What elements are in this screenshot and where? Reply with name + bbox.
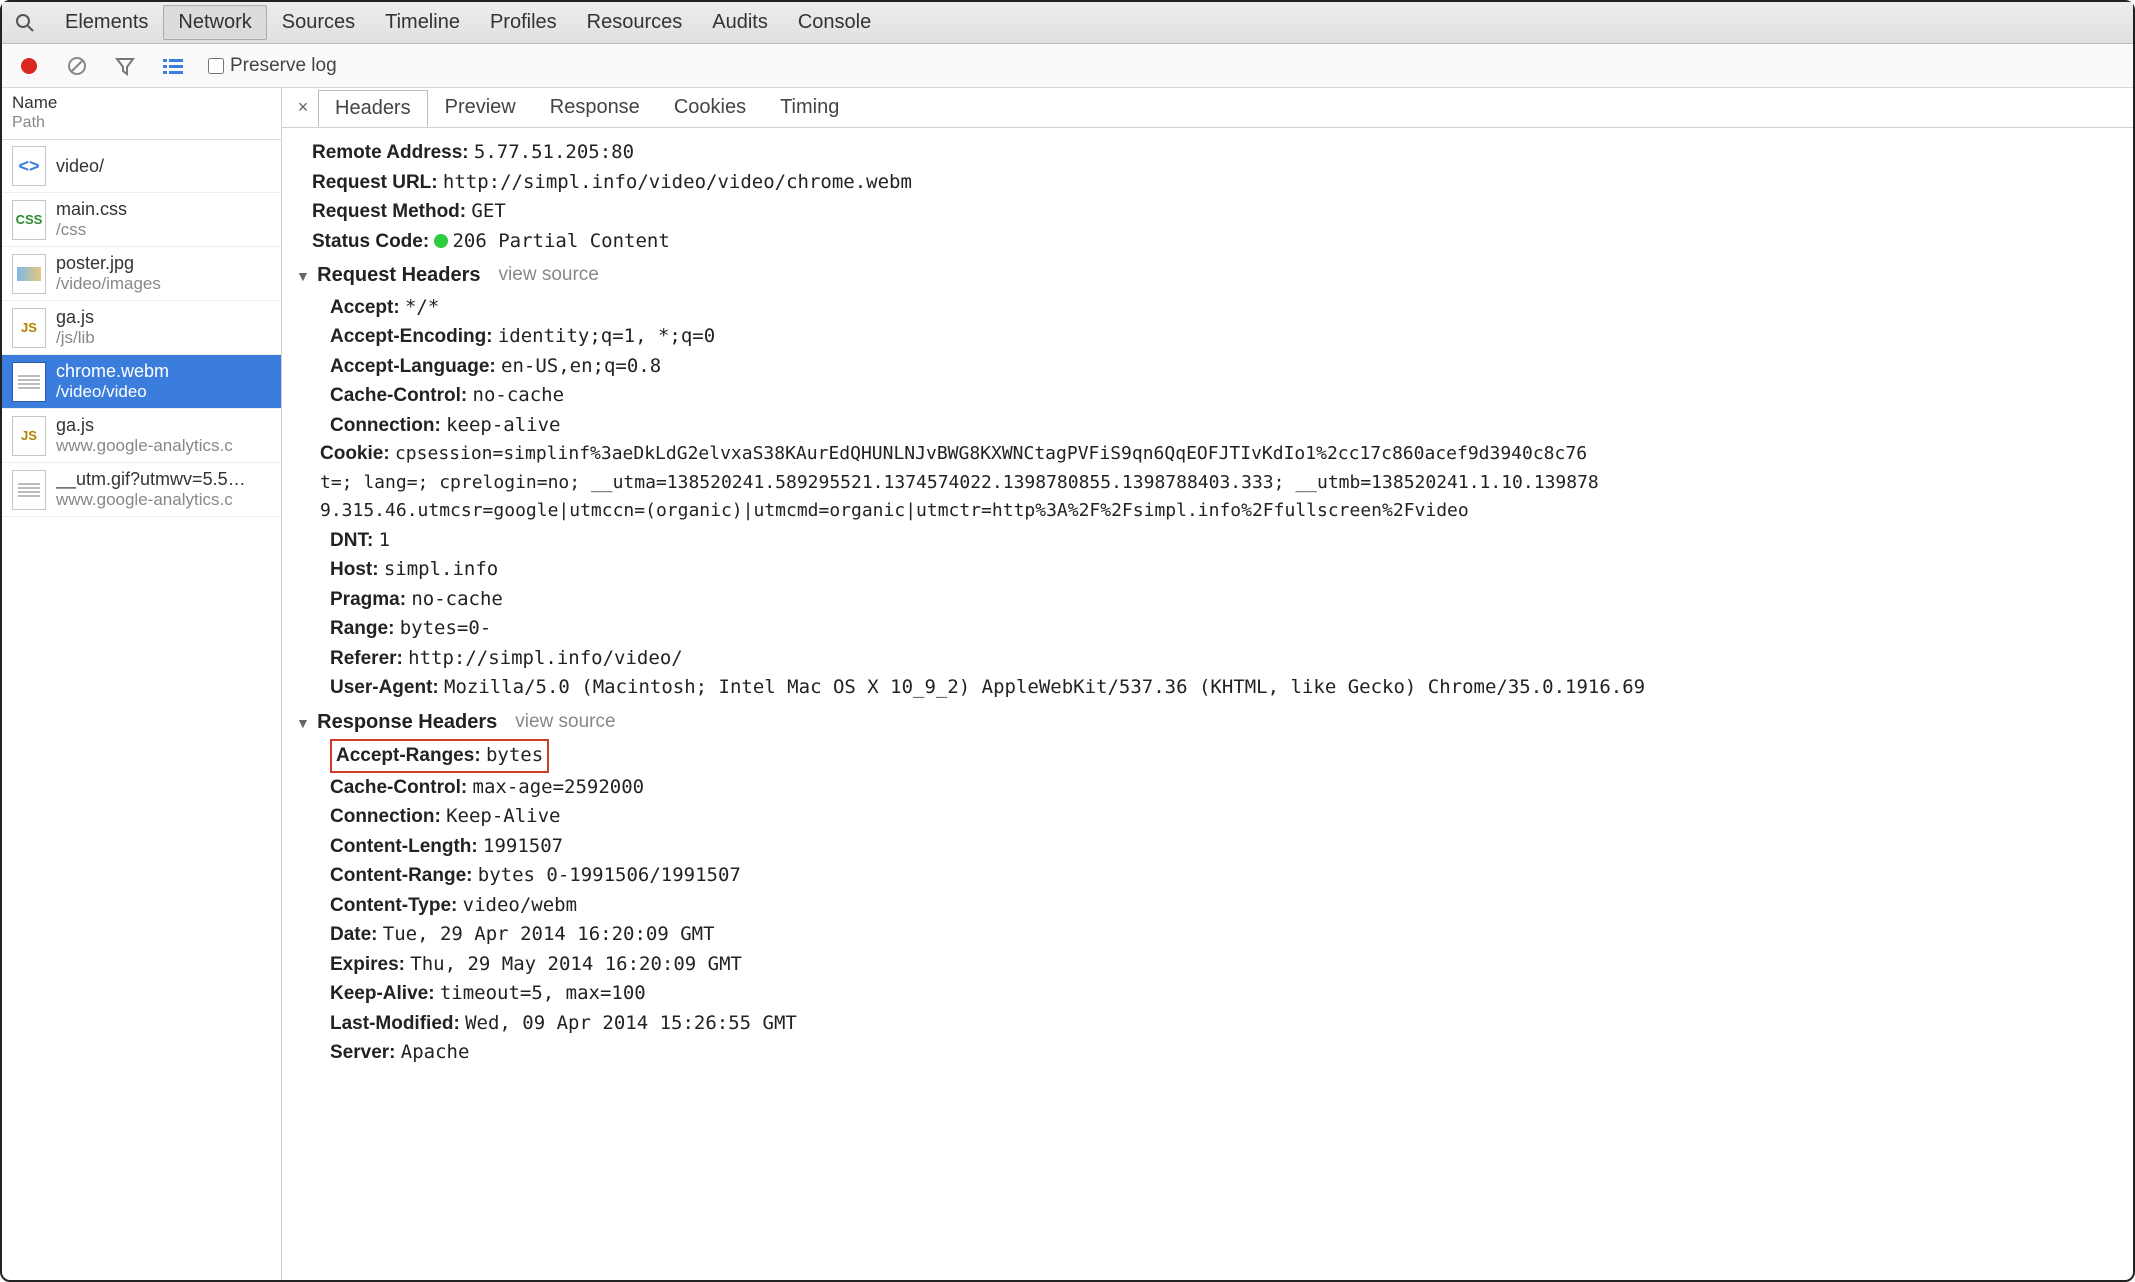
request-details: × HeadersPreviewResponseCookiesTiming Re… — [282, 88, 2133, 1280]
file-name: main.css — [56, 199, 127, 220]
tab-profiles[interactable]: Profiles — [475, 5, 572, 40]
search-icon[interactable] — [12, 10, 38, 36]
header-row: Host: simpl.info — [330, 555, 2127, 585]
response-headers-section[interactable]: ▼ Response Headers view source — [296, 707, 2127, 738]
header-row: Keep-Alive: timeout=5, max=100 — [330, 979, 2127, 1009]
view-source-link[interactable]: view source — [499, 261, 599, 290]
close-icon[interactable]: × — [288, 97, 318, 118]
clear-icon[interactable] — [64, 53, 90, 79]
file-name: video/ — [56, 156, 104, 177]
file-type-icon — [12, 254, 46, 294]
request-list: Name Path <> video/CSS main.css/css poster.… — [2, 88, 282, 1280]
header-row: User-Agent: Mozilla/5.0 (Macintosh; Inte… — [330, 673, 2127, 703]
list-item[interactable]: JS ga.js/js/lib — [2, 301, 281, 355]
header-row: Cache-Control: no-cache — [330, 381, 2127, 411]
remote-address: Remote Address: 5.77.51.205:80 — [312, 138, 2127, 168]
header-row: Content-Length: 1991507 — [330, 832, 2127, 862]
header-row: Last-Modified: Wed, 09 Apr 2014 15:26:55… — [330, 1009, 2127, 1039]
header-row: Accept-Language: en-US,en;q=0.8 — [330, 352, 2127, 382]
request-list-header: Name Path — [2, 88, 281, 140]
headers-panel: Remote Address: 5.77.51.205:80 Request U… — [282, 128, 2133, 1280]
detail-tab-headers[interactable]: Headers — [318, 90, 428, 127]
file-path: /video/video — [56, 382, 169, 402]
header-row: Cache-Control: max-age=2592000 — [330, 773, 2127, 803]
request-method: Request Method: GET — [312, 197, 2127, 227]
list-view-icon[interactable] — [160, 53, 186, 79]
list-item[interactable]: __utm.gif?utmwv=5.5…www.google-analytics… — [2, 463, 281, 517]
header-row: Connection: Keep-Alive — [330, 802, 2127, 832]
file-path: www.google-analytics.c — [56, 436, 233, 456]
header-row: Date: Tue, 29 Apr 2014 16:20:09 GMT — [330, 920, 2127, 950]
file-path: /video/images — [56, 274, 161, 294]
tab-timeline[interactable]: Timeline — [370, 5, 475, 40]
file-name: __utm.gif?utmwv=5.5… — [56, 469, 246, 490]
tab-console[interactable]: Console — [783, 5, 886, 40]
file-path: www.google-analytics.c — [56, 490, 246, 510]
header-row: Server: Apache — [330, 1038, 2127, 1068]
tab-sources[interactable]: Sources — [267, 5, 370, 40]
file-type-icon — [12, 362, 46, 402]
tab-elements[interactable]: Elements — [50, 5, 163, 40]
header-row: Accept: */* — [330, 293, 2127, 323]
file-type-icon: CSS — [12, 200, 46, 240]
detail-tab-preview[interactable]: Preview — [428, 89, 533, 126]
detail-tab-timing[interactable]: Timing — [763, 89, 856, 126]
file-path: /css — [56, 220, 127, 240]
file-name: ga.js — [56, 307, 95, 328]
view-source-link[interactable]: view source — [515, 708, 615, 737]
network-toolbar: Preserve log — [2, 44, 2133, 88]
header-row: Accept-Ranges: bytes — [330, 739, 2127, 773]
header-row: Content-Type: video/webm — [330, 891, 2127, 921]
preserve-log-label: Preserve log — [230, 55, 337, 77]
status-dot-icon — [434, 234, 448, 248]
preserve-log-checkbox[interactable] — [208, 58, 224, 74]
tab-resources[interactable]: Resources — [572, 5, 698, 40]
file-type-icon: <> — [12, 146, 46, 186]
filter-icon[interactable] — [112, 53, 138, 79]
file-type-icon: JS — [12, 416, 46, 456]
list-item[interactable]: CSS main.css/css — [2, 193, 281, 247]
cookie-header: Cookie: cpsession=simplinf%3aeDkLdG2elvx… — [320, 440, 2127, 526]
header-row: Expires: Thu, 29 May 2014 16:20:09 GMT — [330, 950, 2127, 980]
header-path: Path — [12, 113, 271, 133]
disclosure-triangle-icon: ▼ — [296, 268, 310, 284]
file-name: ga.js — [56, 415, 233, 436]
tab-network[interactable]: Network — [163, 5, 266, 40]
request-headers-section[interactable]: ▼ Request Headers view source — [296, 260, 2127, 291]
file-name: poster.jpg — [56, 253, 161, 274]
header-row: Range: bytes=0- — [330, 614, 2127, 644]
disclosure-triangle-icon: ▼ — [296, 715, 310, 731]
file-name: chrome.webm — [56, 361, 169, 382]
file-path: /js/lib — [56, 328, 95, 348]
tab-audits[interactable]: Audits — [697, 5, 783, 40]
file-type-icon — [12, 470, 46, 510]
detail-tab-cookies[interactable]: Cookies — [657, 89, 763, 126]
request-url: Request URL: http://simpl.info/video/vid… — [312, 168, 2127, 198]
header-row: Accept-Encoding: identity;q=1, *;q=0 — [330, 322, 2127, 352]
list-item[interactable]: chrome.webm/video/video — [2, 355, 281, 409]
list-item[interactable]: JS ga.jswww.google-analytics.c — [2, 409, 281, 463]
record-icon[interactable] — [16, 53, 42, 79]
header-row: Pragma: no-cache — [330, 585, 2127, 615]
header-row: Connection: keep-alive — [330, 411, 2127, 441]
file-type-icon: JS — [12, 308, 46, 348]
header-row: Content-Range: bytes 0-1991506/1991507 — [330, 861, 2127, 891]
header-name: Name — [12, 92, 271, 113]
header-row: DNT: 1 — [330, 526, 2127, 556]
devtools-top-tabs: ElementsNetworkSourcesTimelineProfilesRe… — [2, 2, 2133, 44]
detail-tabs: × HeadersPreviewResponseCookiesTiming — [282, 88, 2133, 128]
preserve-log-toggle[interactable]: Preserve log — [208, 55, 337, 77]
list-item[interactable]: <> video/ — [2, 140, 281, 193]
detail-tab-response[interactable]: Response — [533, 89, 657, 126]
status-code: Status Code: 206 Partial Content — [312, 227, 2127, 257]
header-row: Referer: http://simpl.info/video/ — [330, 644, 2127, 674]
list-item[interactable]: poster.jpg/video/images — [2, 247, 281, 301]
